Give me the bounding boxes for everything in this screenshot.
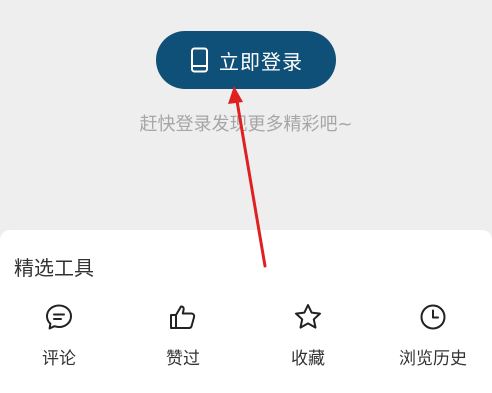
- tool-favorites[interactable]: 收藏: [258, 302, 358, 372]
- tool-comment-label: 评论: [42, 349, 76, 369]
- star-icon: [295, 304, 321, 329]
- featured-tools-card: 精选工具 评论 赞过 收藏 浏览历史: [0, 230, 492, 393]
- login-area: 立即登录 赶快登录发现更多精彩吧~: [0, 0, 492, 240]
- comment-icon: [46, 304, 72, 330]
- featured-tools-title: 精选工具: [14, 256, 94, 280]
- tool-comment[interactable]: 评论: [9, 302, 109, 372]
- login-button[interactable]: 立即登录: [156, 31, 336, 89]
- tool-history-label: 浏览历史: [399, 349, 467, 369]
- thumbs-up-icon: [170, 305, 196, 329]
- tool-favorites-label: 收藏: [291, 349, 325, 369]
- tool-history[interactable]: 浏览历史: [383, 302, 483, 372]
- clock-icon: [420, 304, 446, 330]
- tool-liked[interactable]: 赞过: [133, 302, 233, 372]
- phone-icon: [191, 47, 208, 73]
- login-button-label: 立即登录: [219, 49, 303, 74]
- login-hint: 赶快登录发现更多精彩吧~: [139, 114, 353, 135]
- featured-tools-row: 评论 赞过 收藏 浏览历史: [0, 302, 492, 372]
- tool-liked-label: 赞过: [166, 349, 200, 369]
